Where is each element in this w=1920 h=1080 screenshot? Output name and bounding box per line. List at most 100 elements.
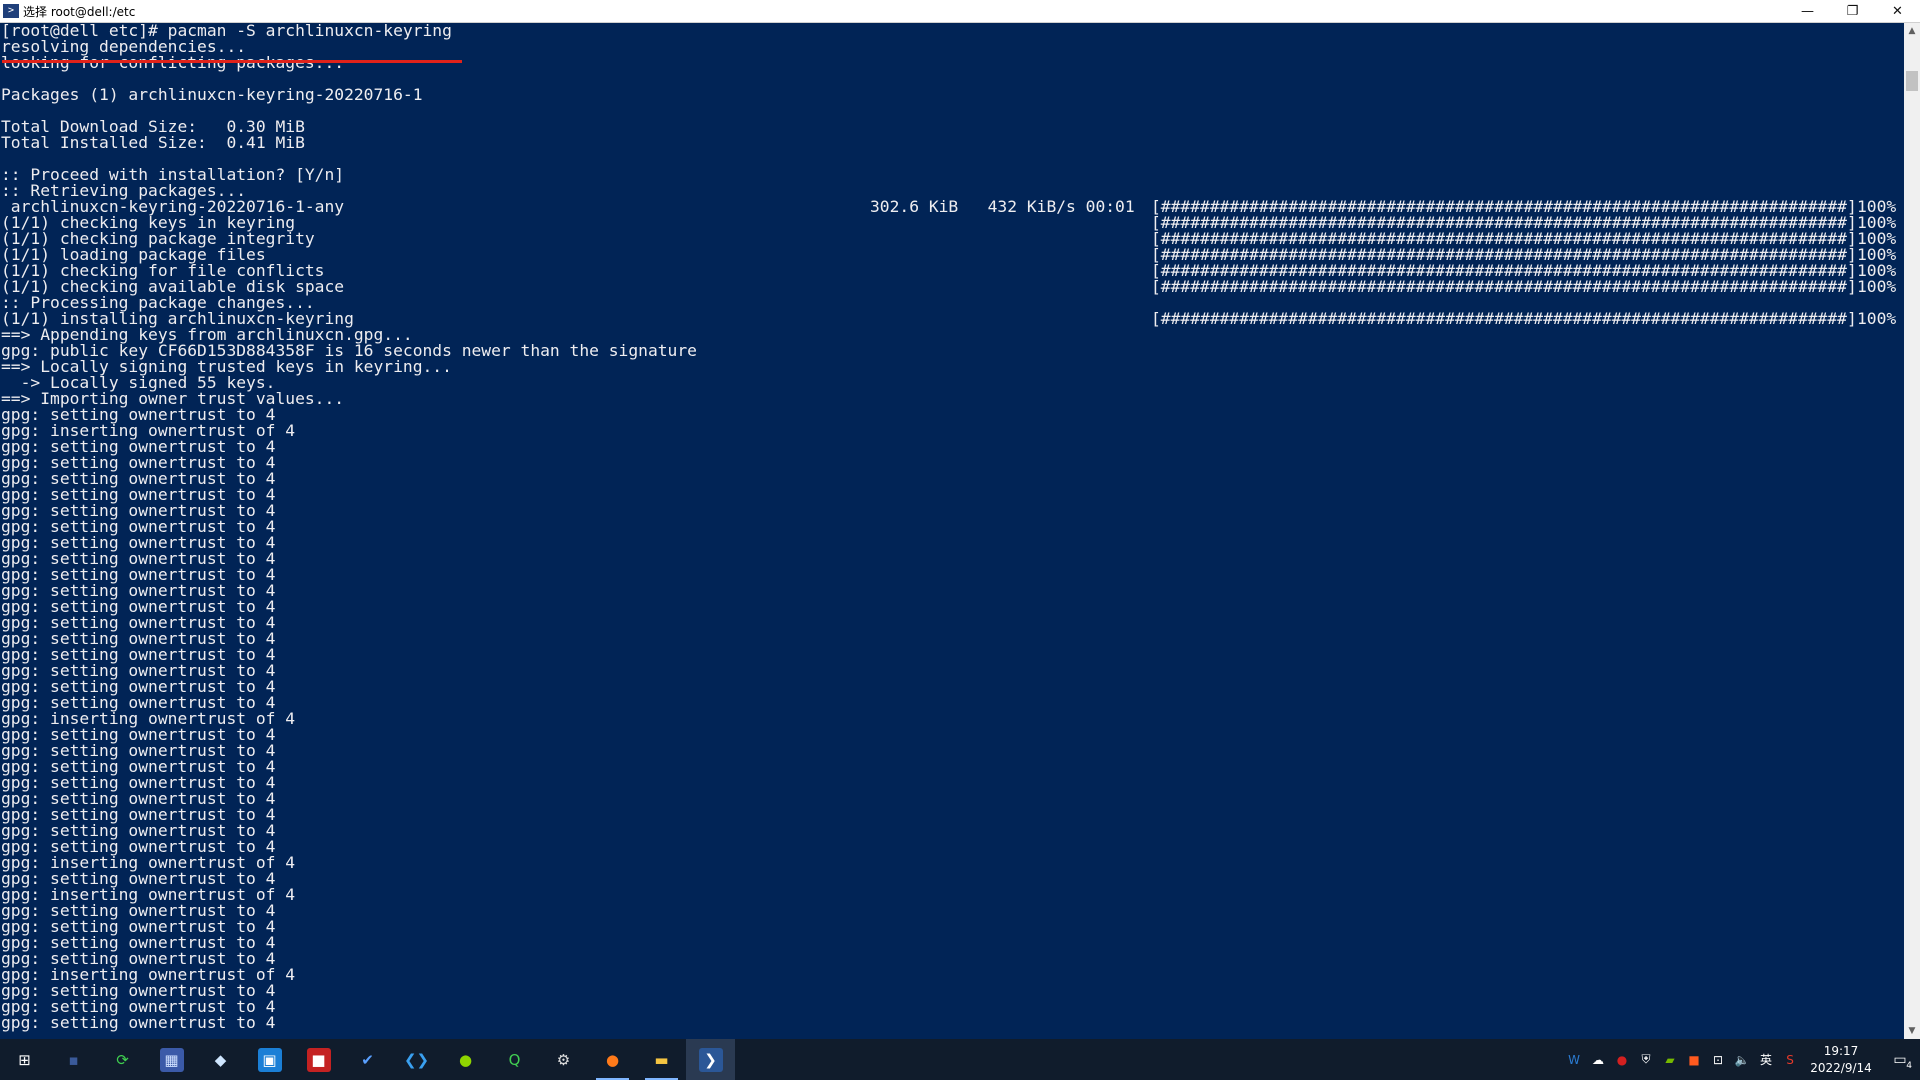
- tray-red-app-icon[interactable]: ●: [1610, 1039, 1634, 1080]
- console-line: gpg: setting ownertrust to 4: [0, 678, 1904, 695]
- tray-cloud-icon[interactable]: ☁: [1586, 1039, 1610, 1080]
- console-line: gpg: setting ownertrust to 4: [0, 470, 1904, 487]
- window-controls: — ❐ ✕: [1785, 0, 1920, 22]
- console-line: :: Proceed with installation? [Y/n]: [0, 166, 1904, 183]
- vscode-icon: ❮❯: [403, 1050, 430, 1069]
- console-line: gpg: setting ownertrust to 4: [0, 518, 1904, 535]
- console-line: gpg: setting ownertrust to 4: [0, 566, 1904, 583]
- console-line: ==> Locally signing trusted keys in keyr…: [0, 358, 1904, 375]
- console-line: gpg: setting ownertrust to 4: [0, 806, 1904, 823]
- console-line: gpg: setting ownertrust to 4: [0, 998, 1904, 1015]
- tray-nvidia-icon[interactable]: ▰: [1658, 1039, 1682, 1080]
- action-center-button[interactable]: ▭ 4: [1880, 1039, 1920, 1080]
- scroll-down-arrow-icon[interactable]: ▼: [1904, 1023, 1920, 1039]
- console-line-text: Packages (1) archlinuxcn-keyring-2022071…: [1, 85, 423, 104]
- taskbar-clock[interactable]: 19:17 2022/9/14: [1802, 1039, 1880, 1080]
- minimize-button[interactable]: —: [1785, 0, 1830, 22]
- download-stats: 302.6 KiB 432 KiB/s 00:01: [870, 197, 1135, 216]
- console-line: gpg: setting ownertrust to 4: [0, 726, 1904, 743]
- dark-app-icon: ▪: [68, 1050, 79, 1069]
- scroll-up-arrow-icon[interactable]: ▲: [1904, 23, 1920, 39]
- console-line: gpg: inserting ownertrust of 4: [0, 854, 1904, 871]
- close-button[interactable]: ✕: [1875, 0, 1920, 22]
- taskbar-app-10[interactable]: Q: [490, 1039, 539, 1080]
- tray-sogou-icon[interactable]: S: [1778, 1039, 1802, 1080]
- console-line: ==> Importing owner trust values...: [0, 390, 1904, 407]
- terminal-console[interactable]: [root@dell etc]# pacman -S archlinuxcn-k…: [0, 23, 1904, 1039]
- taskbar-app-13[interactable]: ▬: [637, 1039, 686, 1080]
- console-line: gpg: setting ownertrust to 4: [0, 486, 1904, 503]
- console-line: gpg: setting ownertrust to 4: [0, 902, 1904, 919]
- tray-icons: W ☁ ● ⛨ ▰ ■ ⊡ 🔈 英 S: [1562, 1039, 1802, 1080]
- console-line: gpg: setting ownertrust to 4: [0, 774, 1904, 791]
- console-line: gpg: setting ownertrust to 4: [0, 534, 1904, 551]
- console-line: gpg: setting ownertrust to 4: [0, 630, 1904, 647]
- tray-shield-icon[interactable]: ⛨: [1634, 1039, 1658, 1080]
- powershell-icon: >: [3, 4, 19, 18]
- console-line: Packages (1) archlinuxcn-keyring-2022071…: [0, 85, 1904, 104]
- tray-word-icon[interactable]: W: [1562, 1039, 1586, 1080]
- console-line: Total Installed Size: 0.41 MiB: [0, 134, 1904, 151]
- console-line: gpg: setting ownertrust to 4: [0, 614, 1904, 631]
- console-line: gpg: setting ownertrust to 4: [0, 502, 1904, 519]
- maximize-button[interactable]: ❐: [1830, 0, 1875, 22]
- settings-box-icon: ⚙: [556, 1050, 571, 1069]
- console-line: gpg: setting ownertrust to 4: [0, 1014, 1904, 1031]
- window-title-bar[interactable]: > 选择 root@dell:/etc — ❐ ✕: [0, 0, 1920, 23]
- action-center-icon: ▭: [1893, 1051, 1907, 1068]
- scrollbar-thumb[interactable]: [1906, 71, 1918, 91]
- taskbar-app-2[interactable]: ⟳: [98, 1039, 147, 1080]
- console-line: gpg: setting ownertrust to 4: [0, 662, 1904, 679]
- console-line: gpg: setting ownertrust to 4: [0, 982, 1904, 999]
- tray-ime-icon[interactable]: 英: [1754, 1039, 1778, 1080]
- console-line: gpg: inserting ownertrust of 4: [0, 966, 1904, 983]
- progress-bar-text: [#######################################…: [1151, 277, 1857, 296]
- taskbar: ⊞ ▪ ⟳ ▦ ◆ ▣ ■ ✔ ❮❯ ● Q ⚙ ● ▬ ❯ W ☁ ● ⛨ ▰ ■ ⊡ 🔈 英 S 19:17 2022/9…: [0, 1039, 1920, 1080]
- network-tool-icon: ●: [458, 1050, 473, 1069]
- taskbar-apps: ⊞ ▪ ⟳ ▦ ◆ ▣ ■ ✔ ❮❯ ● Q ⚙ ● ▬ ❯: [0, 1039, 735, 1080]
- console-line: gpg: setting ownertrust to 4: [0, 822, 1904, 839]
- console-line: looking for conflicting packages...: [0, 54, 1904, 71]
- tray-orange-app-icon[interactable]: ■: [1682, 1039, 1706, 1080]
- photo-app-icon: ▣: [257, 1047, 282, 1072]
- taskbar-app-8[interactable]: ❮❯: [392, 1039, 441, 1080]
- console-line: gpg: inserting ownertrust of 4: [0, 710, 1904, 727]
- sync-icon: ⟳: [116, 1050, 129, 1069]
- console-line: gpg: setting ownertrust to 4: [0, 598, 1904, 615]
- console-output: [root@dell etc]# pacman -S archlinuxcn-k…: [0, 23, 1904, 1031]
- clock-time: 19:17: [1823, 1043, 1859, 1058]
- taskbar-app-3[interactable]: ▦: [147, 1039, 196, 1080]
- console-scrollbar[interactable]: ▲ ▼: [1904, 23, 1920, 1039]
- taskbar-app-5[interactable]: ▣: [245, 1039, 294, 1080]
- file-explorer-icon: ▬: [654, 1050, 669, 1069]
- console-line: gpg: setting ownertrust to 4: [0, 646, 1904, 663]
- taskbar-app-1[interactable]: ▪: [49, 1039, 98, 1080]
- console-line-text: looking for conflicting packages...: [1, 54, 344, 71]
- console-line: gpg: setting ownertrust to 4: [0, 934, 1904, 951]
- taskbar-app-7[interactable]: ✔: [343, 1039, 392, 1080]
- console-line: gpg: setting ownertrust to 4: [0, 758, 1904, 775]
- console-line: [root@dell etc]# pacman -S archlinuxcn-k…: [0, 23, 1904, 39]
- console-line: gpg: setting ownertrust to 4: [0, 582, 1904, 599]
- taskbar-app-9[interactable]: ●: [441, 1039, 490, 1080]
- tray-network-icon[interactable]: ⊡: [1706, 1039, 1730, 1080]
- window-title: 选择 root@dell:/etc: [23, 4, 136, 19]
- progress-percent: 100%: [1857, 277, 1897, 296]
- start-button[interactable]: ⊞: [0, 1039, 49, 1080]
- console-line: gpg: setting ownertrust to 4: [0, 742, 1904, 759]
- tray-volume-icon[interactable]: 🔈: [1730, 1039, 1754, 1080]
- taskbar-app-14[interactable]: ❯: [686, 1039, 735, 1080]
- taskbar-app-12[interactable]: ●: [588, 1039, 637, 1080]
- console-line: gpg: setting ownertrust to 4: [0, 454, 1904, 471]
- progress-percent: 100%: [1857, 309, 1897, 328]
- calculator-icon: ▦: [159, 1047, 184, 1072]
- taskbar-app-4[interactable]: ◆: [196, 1039, 245, 1080]
- terminal-icon: ❯: [698, 1047, 723, 1072]
- command-highlight-underline: [2, 60, 462, 63]
- console-line: gpg: inserting ownertrust of 4: [0, 422, 1904, 439]
- todo-check-icon: ✔: [361, 1050, 374, 1069]
- taskbar-app-11[interactable]: ⚙: [539, 1039, 588, 1080]
- taskbar-app-6[interactable]: ■: [294, 1039, 343, 1080]
- firefox-icon: ●: [605, 1050, 620, 1069]
- console-line: gpg: setting ownertrust to 4: [0, 918, 1904, 935]
